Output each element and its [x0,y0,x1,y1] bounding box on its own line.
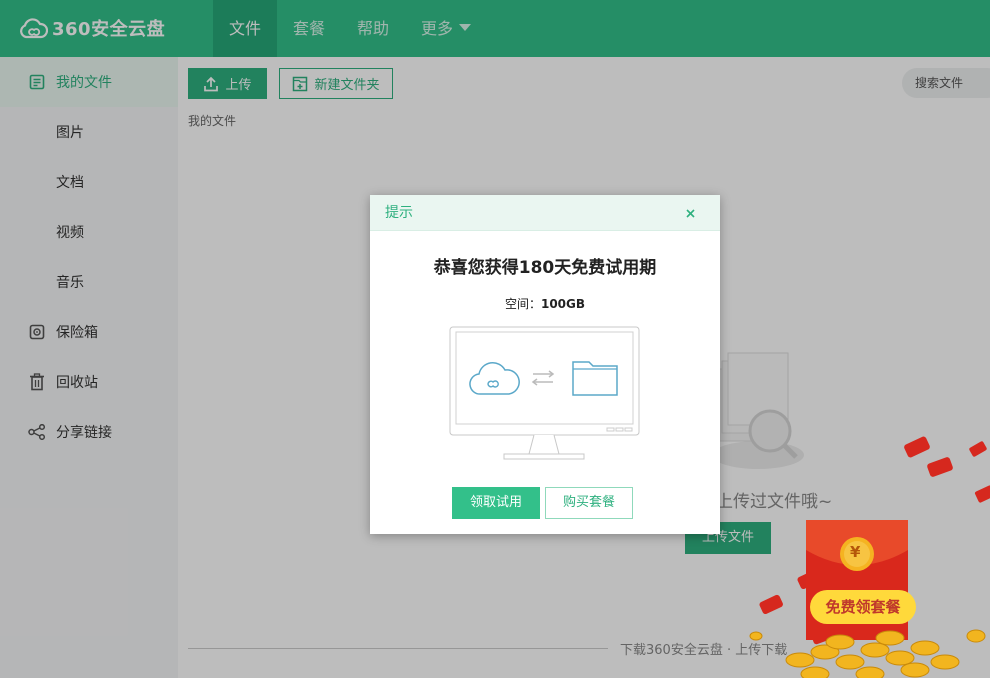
dialog-header: 提示 [370,195,720,231]
close-icon[interactable] [682,204,700,222]
red-envelope-illustration [749,436,990,678]
promo-label[interactable]: 免费领套餐 [810,590,916,624]
trial-dialog: 提示 恭喜您获得180天免费试用期 空间：100GB 领取试用 购买套餐 [370,195,720,534]
promo-red-envelope[interactable]: ¥ 免费领套餐 [740,430,990,678]
dialog-heading: 恭喜您获得180天免费试用期 [433,258,657,278]
currency-symbol: ¥ [850,543,861,561]
cloud-sync-monitor-illustration [449,326,640,460]
claim-trial-button[interactable]: 领取试用 [452,487,540,519]
storage-space-value: 100GB [540,297,586,311]
dialog-title: 提示 [385,205,413,221]
storage-space-line: 空间：100GB [370,295,720,312]
storage-space-label: 空间： [504,297,541,311]
buy-plan-button[interactable]: 购买套餐 [545,487,633,519]
